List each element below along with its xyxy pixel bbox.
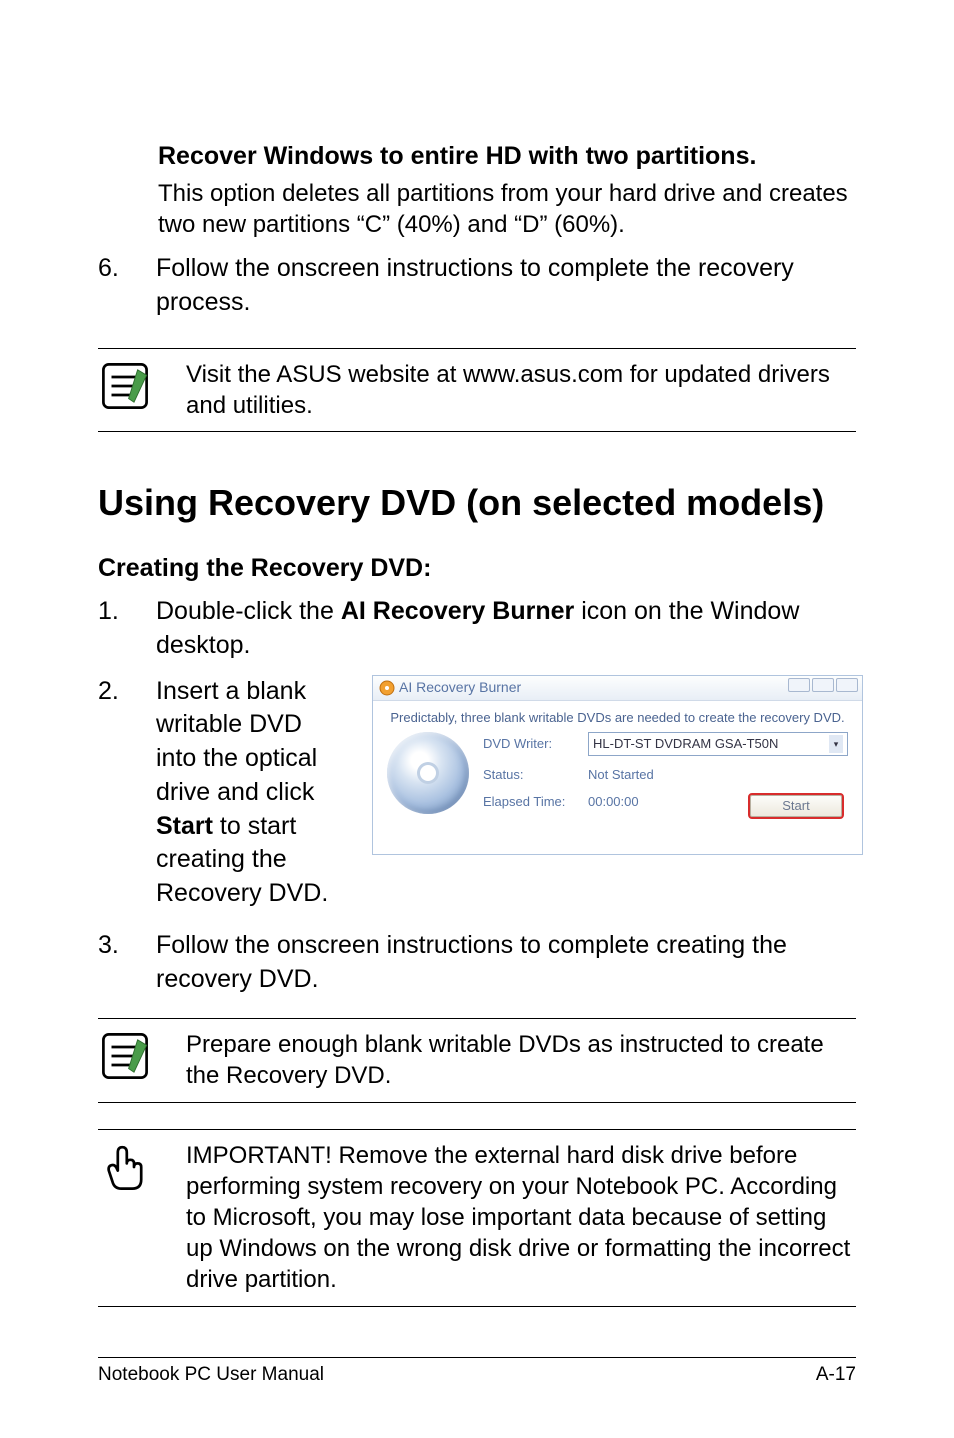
step-number: 3.	[98, 929, 126, 997]
note-text: Prepare enough blank writable DVDs as in…	[186, 1029, 856, 1091]
step-3: 3. Follow the onscreen instructions to c…	[98, 929, 856, 997]
option-description: This option deletes all partitions from …	[158, 178, 856, 240]
step-text: Double-click the AI Recovery Burner icon…	[156, 595, 856, 663]
window-title-bar: AI Recovery Burner	[373, 676, 862, 701]
status-value: Not Started	[588, 766, 848, 784]
option-title: Recover Windows to entire HD with two pa…	[158, 140, 856, 174]
section-using-recovery-dvd: Using Recovery DVD (on selected models)	[98, 482, 856, 524]
option-recover-two-partitions: Recover Windows to entire HD with two pa…	[158, 140, 856, 240]
footer-divider	[98, 1357, 856, 1358]
creating-recovery-dvd-heading: Creating the Recovery DVD:	[98, 554, 856, 583]
elapsed-time-label: Elapsed Time:	[483, 793, 588, 811]
footer-manual-title: Notebook PC User Manual	[98, 1364, 324, 1386]
step-number: 1.	[98, 595, 126, 663]
close-button[interactable]	[836, 678, 858, 692]
step-2: 2. Insert a blank writable DVD into the …	[98, 675, 856, 911]
ai-recovery-burner-window: AI Recovery Burner Predictably, three bl…	[372, 675, 863, 855]
note-prepare-dvds: Prepare enough blank writable DVDs as in…	[98, 1018, 856, 1102]
dvd-writer-select[interactable]: HL-DT-ST DVDRAM GSA-T50N ▾	[588, 732, 848, 756]
dvd-writer-label: DVD Writer:	[483, 735, 588, 753]
note-text: IMPORTANT! Remove the external hard disk…	[186, 1140, 856, 1296]
step2-bold: Start	[156, 812, 213, 840]
prediction-message: Predictably, three blank writable DVDs a…	[387, 709, 848, 727]
dvd-writer-value: HL-DT-ST DVDRAM GSA-T50N	[593, 735, 778, 753]
page-number: A-17	[816, 1364, 856, 1386]
note-text: Visit the ASUS website at www.asus.com f…	[186, 359, 856, 421]
step-number: 2.	[98, 675, 126, 911]
step1-part-a: Double-click the	[156, 597, 341, 625]
status-label: Status:	[483, 766, 588, 784]
note-icon	[98, 359, 152, 413]
window-title: AI Recovery Burner	[399, 678, 521, 697]
step2-part-a: Insert a blank writable DVD into the opt…	[156, 677, 317, 806]
chevron-down-icon: ▾	[829, 735, 843, 753]
maximize-button[interactable]	[812, 678, 834, 692]
step1-bold: AI Recovery Burner	[341, 597, 574, 625]
note-icon	[98, 1029, 152, 1083]
hand-icon	[98, 1140, 152, 1194]
step-text: Insert a blank writable DVD into the opt…	[156, 675, 342, 911]
disc-graphic	[387, 732, 469, 814]
note-important: IMPORTANT! Remove the external hard disk…	[98, 1129, 856, 1307]
step-number: 6.	[98, 252, 126, 320]
note-asus-website: Visit the ASUS website at www.asus.com f…	[98, 348, 856, 432]
step-text: Follow the onscreen instructions to comp…	[156, 929, 856, 997]
minimize-button[interactable]	[788, 678, 810, 692]
step-6: 6. Follow the onscreen instructions to c…	[98, 252, 856, 320]
step-text: Follow the onscreen instructions to comp…	[156, 252, 856, 320]
disc-icon	[379, 680, 395, 696]
step-1: 1. Double-click the AI Recovery Burner i…	[98, 595, 856, 663]
start-button[interactable]: Start	[748, 793, 844, 819]
